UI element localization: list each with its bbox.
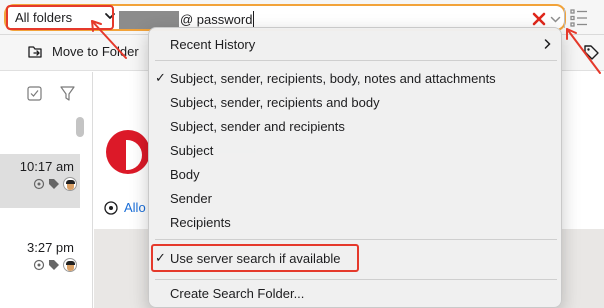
select-all-icon[interactable] [27, 86, 42, 101]
menu-item-label: Create Search Folder... [170, 285, 305, 301]
menu-item-create-search-folder[interactable]: Create Search Folder... [149, 281, 561, 305]
allow-label: Allo [124, 200, 146, 215]
server-search-annotation-box [151, 244, 359, 272]
tag-small-icon [49, 260, 59, 270]
menu-item-search-field[interactable]: Sender [149, 186, 561, 210]
clear-x-icon[interactable] [532, 12, 546, 26]
tag-small-icon [49, 179, 59, 189]
menu-item-label: Subject [170, 142, 214, 158]
avatar [63, 258, 77, 272]
scope-annotation-box [6, 5, 114, 30]
message-row-icons [33, 177, 77, 191]
move-to-folder-label: Move to Folder [52, 44, 139, 59]
settings-icon [33, 259, 45, 271]
list-scrollbar[interactable] [76, 117, 84, 137]
check-icon: ✓ [155, 70, 166, 85]
menu-item-label: Subject, sender, recipients and body [170, 94, 380, 110]
text-caret [253, 11, 255, 28]
message-row-icons [33, 258, 77, 272]
menu-item-label: Subject, sender, recipients, body, notes… [170, 70, 496, 86]
menu-item-search-field[interactable]: Body [149, 162, 561, 186]
menu-item-label: Recipients [170, 214, 231, 230]
menu-item-recent-history[interactable]: Recent History [149, 32, 561, 56]
divider [564, 8, 565, 28]
allow-icon [104, 200, 118, 215]
move-to-folder-button[interactable]: Move to Folder [28, 44, 139, 59]
menu-item-search-field[interactable]: Subject [149, 138, 561, 162]
menu-separator [155, 60, 557, 61]
menu-item-search-field[interactable]: Recipients [149, 210, 561, 234]
sender-logo [106, 130, 150, 174]
menu-separator [155, 279, 557, 280]
menu-separator [155, 239, 557, 240]
menu-item-label: Recent History [170, 36, 256, 52]
allow-images-link[interactable]: Allo [104, 200, 146, 215]
menu-item-label: Subject, sender and recipients [170, 118, 345, 134]
message-time: 3:27 pm [27, 240, 74, 255]
message-row[interactable]: 3:27 pm [0, 235, 80, 289]
menu-item-search-field[interactable]: Subject, sender, recipients and body [149, 90, 561, 114]
menu-item-label: Body [170, 166, 200, 182]
chevron-right-icon [544, 39, 551, 49]
settings-icon [33, 178, 45, 190]
message-list-header [0, 72, 93, 112]
filter-icon[interactable] [60, 86, 75, 102]
tag-icon[interactable] [583, 44, 599, 60]
menu-item-label: Sender [170, 190, 212, 206]
message-row[interactable]: 10:17 am [0, 154, 80, 208]
search-options-chevron-icon[interactable] [550, 15, 561, 24]
filter-list-icon[interactable] [570, 9, 588, 27]
menu-item-search-field[interactable]: Subject, sender and recipients [149, 114, 561, 138]
message-list: 10:17 am 3:27 pm [0, 72, 93, 308]
message-time: 10:17 am [19, 159, 74, 174]
search-options-menu: Recent History ✓ Subject, sender, recipi… [148, 27, 562, 308]
search-query-text: @ password [180, 12, 253, 27]
avatar [63, 177, 77, 191]
menu-item-search-field[interactable]: ✓ Subject, sender, recipients, body, not… [149, 66, 561, 90]
redacted-text [119, 10, 179, 29]
move-folder-icon [28, 46, 42, 58]
